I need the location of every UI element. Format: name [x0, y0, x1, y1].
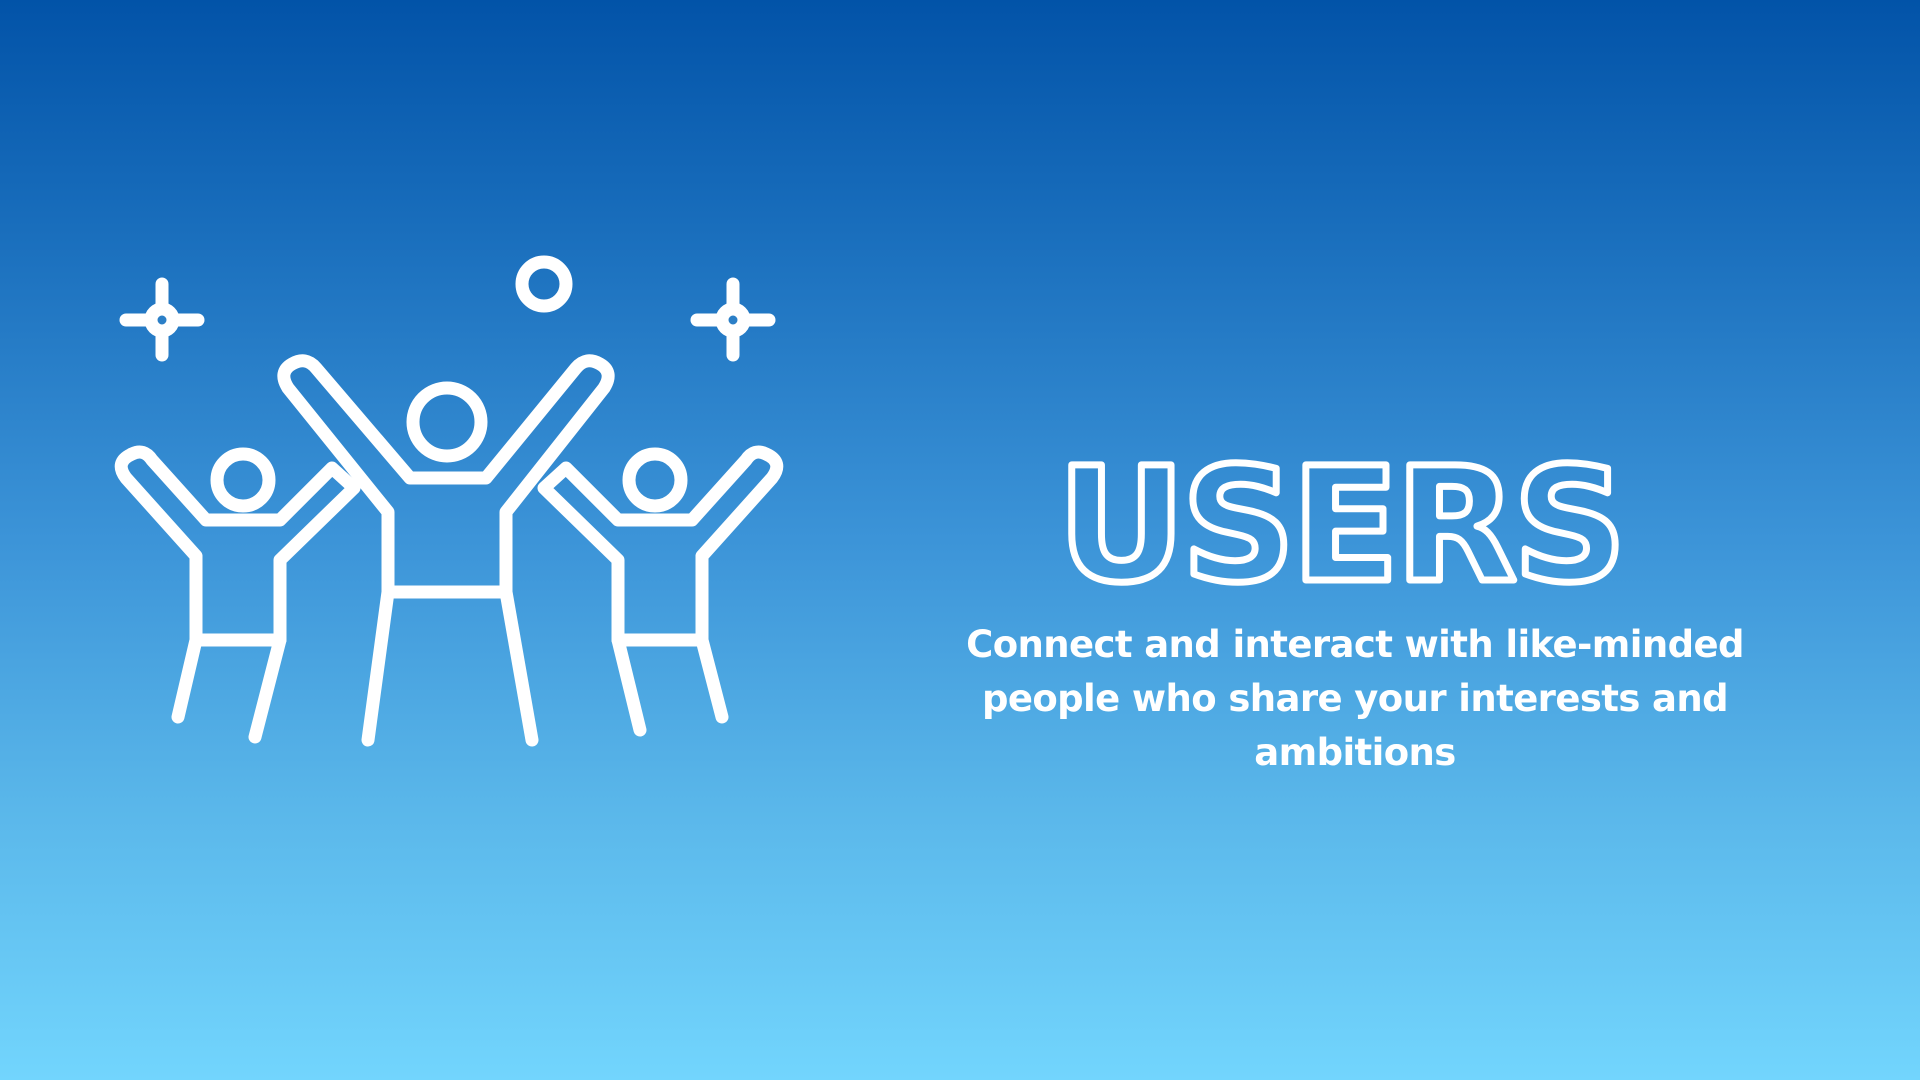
- page-title-text: USERS: [1057, 434, 1622, 618]
- people-celebrating-icon: [110, 250, 790, 770]
- page-title: USERS: [1040, 430, 1640, 622]
- right-person-figure: [537, 445, 784, 737]
- circle-ornament-icon: [515, 255, 573, 313]
- slide: { "slide": { "illustration_icon": "peopl…: [0, 0, 1920, 1080]
- sparkle-right-icon: [690, 277, 776, 362]
- page-subtitle: Connect and interact with like-minded pe…: [966, 623, 1744, 774]
- sparkle-left-icon: [119, 277, 205, 362]
- left-person-figure: [114, 445, 361, 744]
- center-person-figure: [277, 354, 615, 747]
